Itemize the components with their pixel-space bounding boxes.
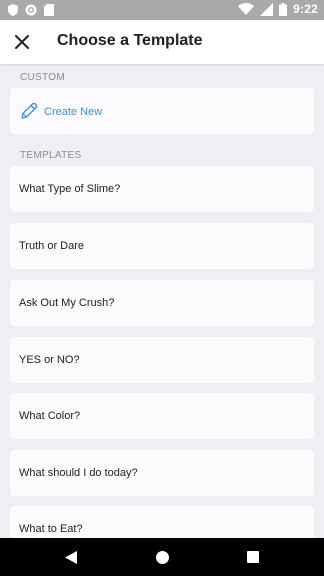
section-header-custom: CUSTOM xyxy=(20,72,65,83)
template-item[interactable]: What should I do today? xyxy=(10,450,314,496)
template-item[interactable]: YES or NO? xyxy=(10,337,314,383)
page-title: Choose a Template xyxy=(57,32,203,49)
template-label: What Color? xyxy=(19,410,81,422)
home-icon xyxy=(155,550,169,564)
record-icon xyxy=(25,4,37,16)
template-label: What should I do today? xyxy=(19,467,138,479)
wifi-icon xyxy=(238,3,255,15)
nav-recents-button[interactable] xyxy=(223,538,283,576)
nav-bar xyxy=(0,538,324,576)
shield-icon xyxy=(8,4,18,16)
template-item[interactable]: What Color? xyxy=(10,393,314,439)
signal-icon xyxy=(260,2,274,16)
template-label: Ask Out My Crush? xyxy=(19,297,115,309)
sd-card-icon xyxy=(44,4,54,16)
recents-icon xyxy=(247,551,259,563)
close-icon xyxy=(15,35,29,49)
status-time: 9:22 xyxy=(293,2,318,16)
nav-back-button[interactable] xyxy=(41,538,101,576)
app-bar: Choose a Template xyxy=(0,20,324,64)
back-icon xyxy=(65,550,77,564)
template-label: What Type of Slime? xyxy=(19,183,121,195)
nav-home-button[interactable] xyxy=(132,538,192,576)
template-label: Truth or Dare xyxy=(19,240,85,252)
section-header-templates: TEMPLATES xyxy=(20,150,82,161)
template-item[interactable]: Truth or Dare xyxy=(10,223,314,269)
template-label: What to Eat? xyxy=(19,523,83,535)
create-new-button[interactable]: Create New xyxy=(10,88,314,134)
template-item[interactable]: Ask Out My Crush? xyxy=(10,280,314,326)
template-item[interactable]: What Type of Slime? xyxy=(10,166,314,212)
battery-icon xyxy=(279,2,288,16)
create-new-label: Create New xyxy=(44,106,103,118)
pencil-icon xyxy=(21,102,38,119)
template-label: YES or NO? xyxy=(19,354,80,366)
status-bar: 9:22 xyxy=(0,0,324,20)
close-button[interactable] xyxy=(10,30,34,54)
